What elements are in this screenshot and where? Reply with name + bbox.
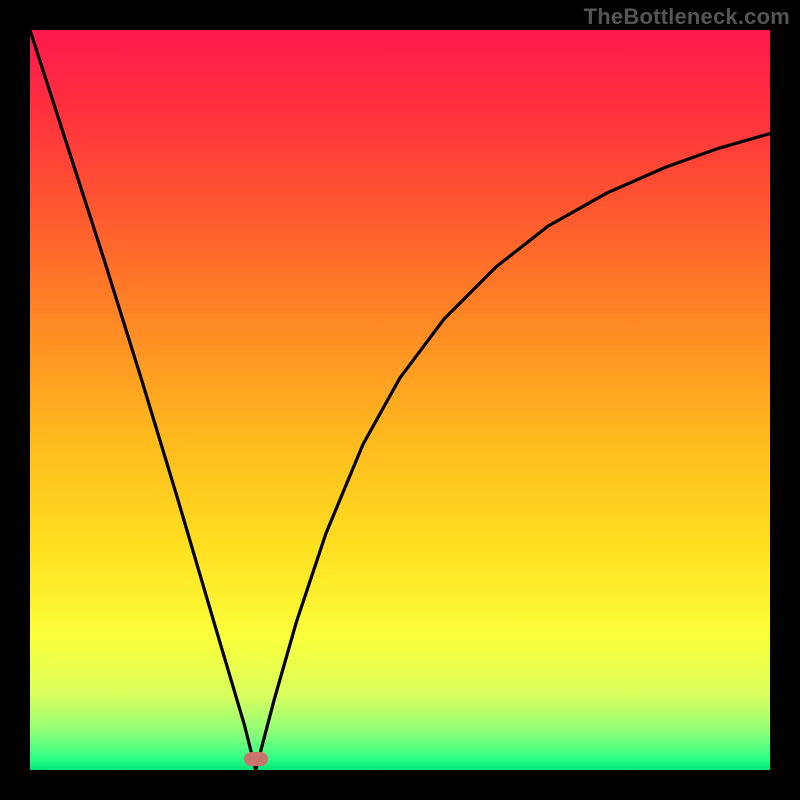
chart-frame: TheBottleneck.com [0,0,800,800]
plot-area [30,30,770,770]
bottleneck-curve [30,30,770,770]
curve-path [30,30,770,770]
watermark-text: TheBottleneck.com [584,4,790,30]
optimum-marker [244,752,268,766]
